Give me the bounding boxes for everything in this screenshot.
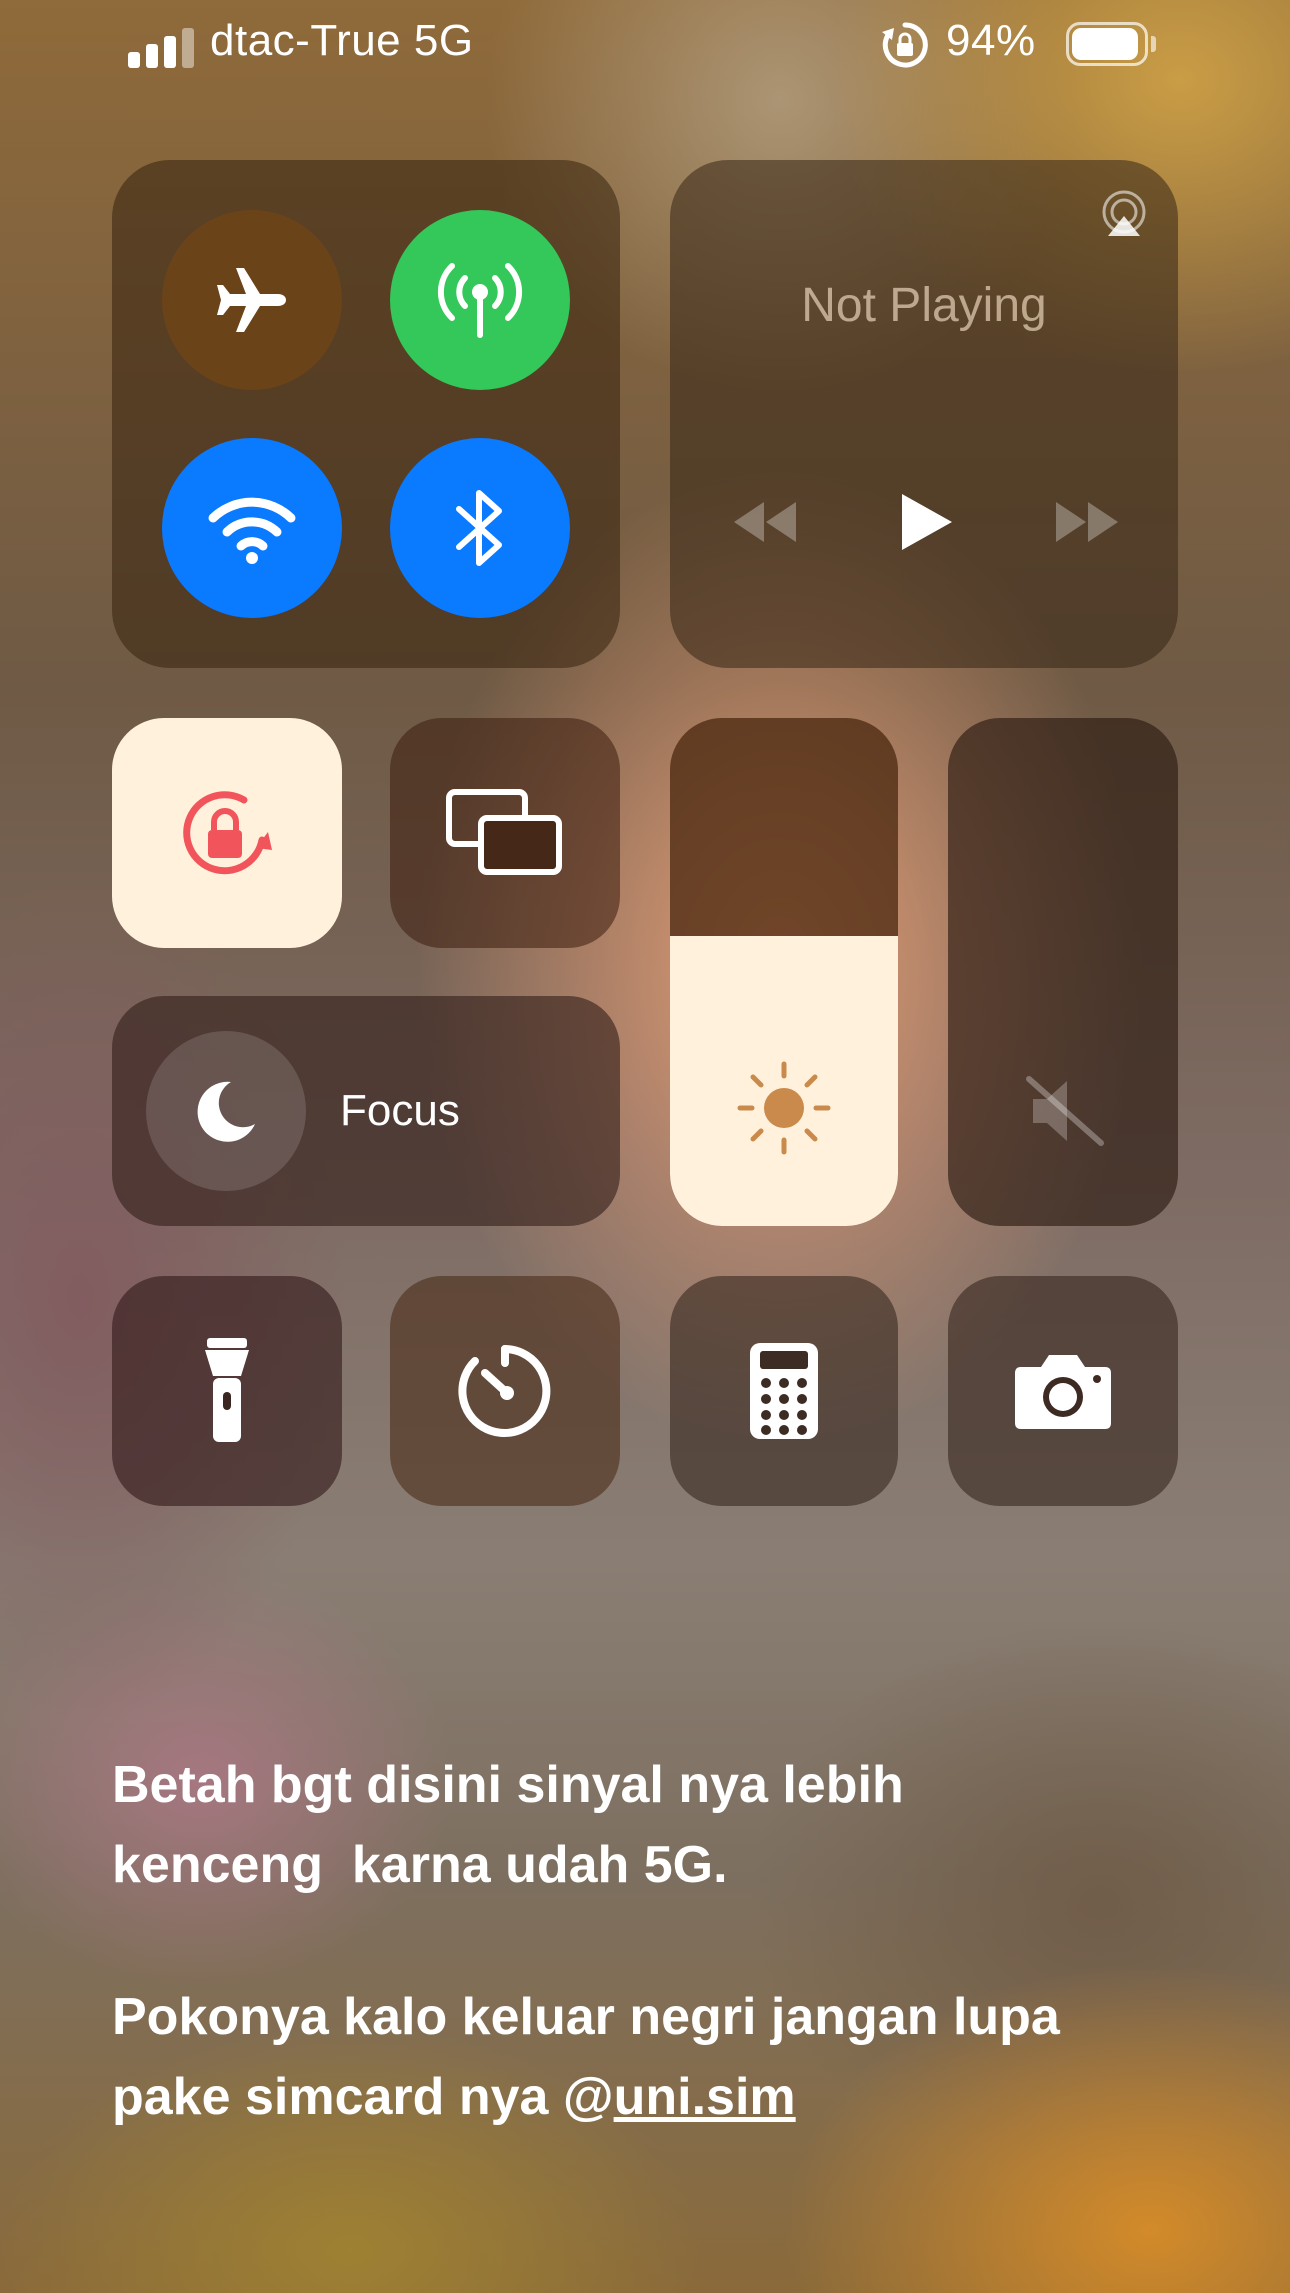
moon-icon [197,1081,255,1142]
bluetooth-toggle[interactable] [390,438,570,618]
focus-label: Focus [340,1086,460,1135]
story-caption: Betah bgt disini sinyal nya lebih kencen… [112,1745,1212,2137]
carrier-name: dtac-True 5G [210,16,474,65]
battery-icon [1066,22,1156,66]
media-status: Not Playing [801,279,1047,332]
mention-link[interactable]: uni.sim [614,2068,796,2126]
sun-icon [737,1061,831,1155]
orientation-lock-status-icon [882,22,928,68]
airplay-icon[interactable] [1098,188,1150,240]
signal-bars-icon [128,28,194,68]
caption-line: Betah bgt disini sinyal nya lebih [112,1756,904,1814]
wifi-icon [208,497,296,564]
caption-line: Pokonya kalo keluar negri jangan lupa [112,1988,1060,2046]
fast-forward-icon[interactable] [1052,500,1122,544]
camera-button[interactable] [948,1276,1178,1506]
antenna-icon [437,263,523,338]
calculator-button[interactable] [670,1276,898,1506]
screen-mirroring-icon [446,789,562,875]
rewind-icon[interactable] [730,500,800,544]
speaker-muted-icon [1026,1076,1104,1146]
screen-mirroring-button[interactable] [390,718,620,948]
bluetooth-icon [456,490,502,566]
caption-line: kenceng karna udah 5G. [112,1836,728,1894]
lock-rotation-icon [183,791,272,875]
battery-percent: 94% [946,16,1036,65]
timer-button[interactable] [390,1276,620,1506]
airplane-icon [217,268,286,332]
caption-text: pake simcard nya @ [112,2068,614,2126]
calculator-icon [750,1343,818,1439]
connectivity-module [112,160,620,668]
orientation-lock-toggle[interactable] [112,718,342,948]
flashlight-icon [205,1338,249,1442]
camera-icon [1015,1355,1111,1429]
caption-line: pake simcard nya @uni.sim [112,2057,1212,2137]
now-playing-module[interactable]: Not Playing [670,160,1178,668]
status-bar: dtac-True 5G 94% [0,0,1290,90]
brightness-slider[interactable] [670,718,898,1226]
play-icon[interactable] [898,492,954,552]
wifi-toggle[interactable] [162,438,342,618]
focus-button[interactable]: Focus [112,996,620,1226]
focus-mode-circle [146,1031,306,1191]
airplane-mode-toggle[interactable] [162,210,342,390]
cellular-data-toggle[interactable] [390,210,570,390]
flashlight-button[interactable] [112,1276,342,1506]
timer-icon [458,1345,551,1437]
volume-slider[interactable] [948,718,1178,1226]
